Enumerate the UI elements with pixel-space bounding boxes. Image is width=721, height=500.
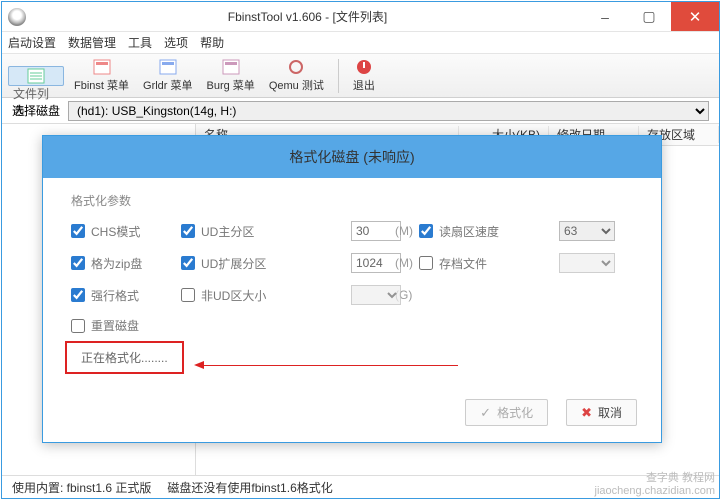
dialog-title: 格式化磁盘 (未响应) [43, 136, 661, 178]
unit-m: (M) [395, 224, 419, 238]
annotation-arrow [198, 365, 458, 366]
reset-checkbox[interactable]: 重置磁盘 [71, 317, 181, 334]
menu-data-mgmt[interactable]: 数据管理 [68, 34, 116, 51]
tool-file-list[interactable]: 文件列表 [8, 66, 64, 86]
cancel-icon: ✖ [581, 405, 592, 421]
format-dialog: 格式化磁盘 (未响应) 格式化参数 CHS模式 UD主分区 (M) 读扇区速度 … [42, 135, 662, 443]
menu-icon [92, 58, 112, 76]
menu-tools[interactable]: 工具 [128, 34, 152, 51]
status-builtin: 使用内置: fbinst1.6 正式版 [12, 479, 151, 496]
menu-boot-settings[interactable]: 启动设置 [8, 34, 56, 51]
ud-main-input[interactable] [351, 221, 401, 241]
check-icon: ✓ [480, 405, 491, 421]
menubar: 启动设置 数据管理 工具 选项 帮助 [2, 32, 719, 54]
toolbar-separator [338, 59, 339, 93]
archive-select[interactable] [559, 253, 615, 273]
format-button[interactable]: ✓ 格式化 [465, 399, 548, 426]
chs-checkbox[interactable]: CHS模式 [71, 223, 181, 240]
close-button[interactable]: ✕ [671, 2, 719, 31]
menu-help[interactable]: 帮助 [200, 34, 224, 51]
disk-select[interactable]: (hd1): USB_Kingston(14g, H:) [68, 101, 709, 121]
watermark: 查字典 教程网 jiaocheng.chazidian.com [595, 472, 715, 498]
tool-label: Grldr 菜单 [143, 77, 193, 93]
file-list-icon [26, 68, 46, 84]
tool-exit[interactable]: 退出 [349, 57, 379, 94]
maximize-button[interactable]: ▢ [627, 2, 671, 31]
format-status: 正在格式化........ [65, 341, 184, 374]
minimize-button[interactable]: – [583, 2, 627, 31]
group-label: 格式化参数 [71, 192, 633, 209]
exit-icon [354, 58, 374, 76]
unit-m: (M) [395, 256, 419, 270]
tool-burg-menu[interactable]: Burg 菜单 [203, 57, 259, 94]
ud-ext-checkbox[interactable]: UD扩展分区 [181, 255, 351, 272]
nonud-checkbox[interactable]: 非UD区大小 [181, 287, 351, 304]
disk-selector-row: 选择磁盘 (hd1): USB_Kingston(14g, H:) [2, 98, 719, 124]
tool-fbinst-menu[interactable]: Fbinst 菜单 [70, 57, 133, 94]
nonud-select[interactable] [351, 285, 401, 305]
status-note: 磁盘还没有使用fbinst1.6格式化 [167, 479, 332, 496]
tool-qemu-test[interactable]: Qemu 测试 [265, 57, 328, 94]
menu-icon [221, 58, 241, 76]
tool-label: Burg 菜单 [207, 77, 255, 93]
qemu-icon [286, 58, 306, 76]
tool-label: 退出 [353, 77, 375, 93]
disk-label: 选择磁盘 [12, 102, 60, 119]
read-speed-select[interactable]: 63 [559, 221, 615, 241]
menu-icon [158, 58, 178, 76]
titlebar: FbinstTool v1.606 - [文件列表] – ▢ ✕ [2, 2, 719, 32]
app-icon [8, 8, 26, 26]
ud-ext-input[interactable] [351, 253, 401, 273]
tool-label: Fbinst 菜单 [74, 77, 129, 93]
force-checkbox[interactable]: 强行格式 [71, 287, 181, 304]
toolbar: 文件列表 Fbinst 菜单 Grldr 菜单 Burg 菜单 Qemu 测试 … [2, 54, 719, 98]
cancel-button[interactable]: ✖ 取消 [566, 399, 637, 426]
tool-grldr-menu[interactable]: Grldr 菜单 [139, 57, 197, 94]
tool-label: Qemu 测试 [269, 77, 324, 93]
ud-main-checkbox[interactable]: UD主分区 [181, 223, 351, 240]
menu-options[interactable]: 选项 [164, 34, 188, 51]
read-speed-checkbox[interactable]: 读扇区速度 [419, 223, 559, 240]
archive-checkbox[interactable]: 存档文件 [419, 255, 559, 272]
zip-checkbox[interactable]: 格为zip盘 [71, 255, 181, 272]
window-title: FbinstTool v1.606 - [文件列表] [32, 8, 583, 25]
